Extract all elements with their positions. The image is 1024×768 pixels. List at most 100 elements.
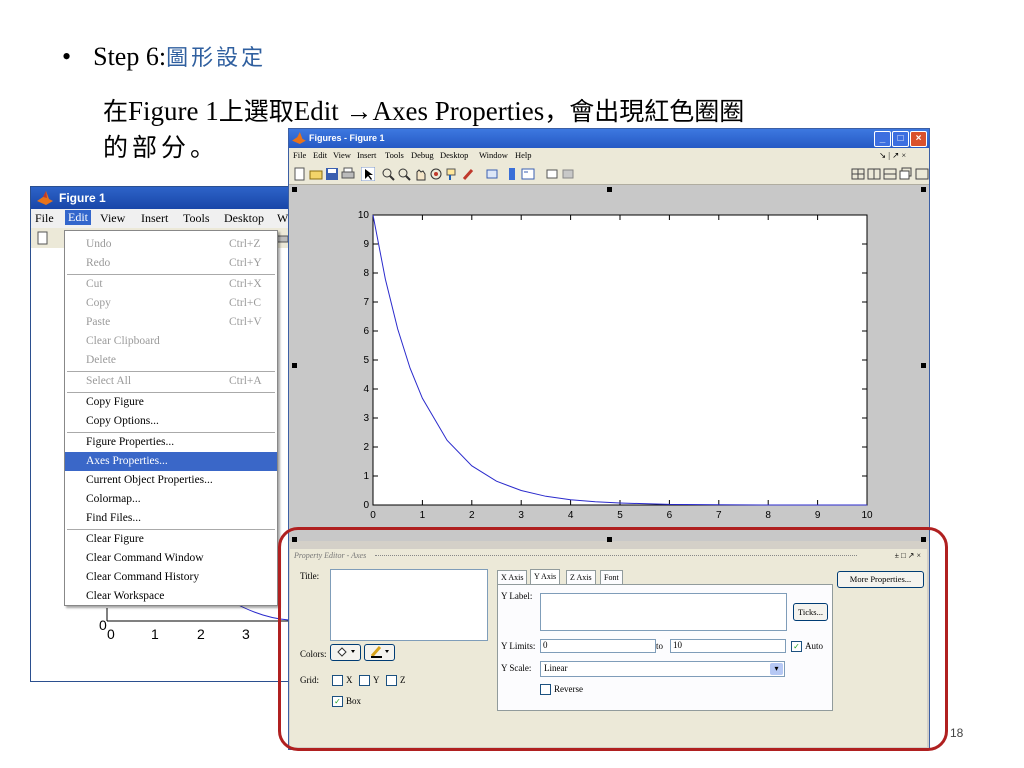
menu-item-shortcut: Ctrl+X (229, 278, 262, 290)
selection-handle[interactable] (292, 187, 297, 192)
brush-icon[interactable] (461, 167, 475, 181)
menu-item-shortcut: Ctrl+Y (229, 257, 262, 269)
figure1-title: Figure 1 (59, 191, 106, 205)
selection-handle[interactable] (921, 187, 926, 192)
menu-item[interactable]: Copy Options... (65, 412, 277, 431)
menu-item-label: Axes Properties... (86, 455, 168, 467)
maximize-icon[interactable] (915, 167, 929, 181)
menu-file[interactable]: File (293, 150, 306, 160)
menu-item-label: Clear Workspace (86, 590, 165, 602)
show-plot-tools-icon[interactable] (561, 167, 575, 181)
save-icon[interactable] (325, 167, 339, 181)
x-tick-label: 4 (568, 510, 574, 521)
menu-item[interactable]: Delete (65, 351, 277, 370)
menu-item[interactable]: Axes Properties... (65, 452, 277, 471)
rotate-icon[interactable] (429, 167, 443, 181)
menu-window[interactable]: Window (479, 150, 508, 160)
y-tick-label: 8 (363, 268, 369, 279)
float-icon[interactable] (899, 167, 913, 181)
menu-item[interactable]: Current Object Properties... (65, 471, 277, 490)
x-tick-label: 1 (420, 510, 426, 521)
left-right-icon[interactable] (867, 167, 881, 181)
menu-item-label: Figure Properties... (86, 436, 175, 448)
menu-item-label: Copy Options... (86, 415, 159, 427)
selection-handle[interactable] (292, 363, 297, 368)
step-title: 圖形設定 (166, 46, 267, 71)
menu-window[interactable]: W (277, 211, 288, 226)
menu-desktop[interactable]: Desktop (224, 211, 264, 226)
open-icon[interactable] (309, 167, 323, 181)
menu-item[interactable]: Figure Properties... (65, 433, 277, 452)
y-tick-label: 0 (99, 617, 107, 633)
hide-plot-tools-icon[interactable] (545, 167, 559, 181)
zoom-out-icon[interactable] (397, 167, 411, 181)
x-tick-label: 0 (370, 510, 376, 521)
menu-tools[interactable]: Tools (183, 211, 210, 226)
y-tick-label: 10 (358, 210, 370, 221)
menu-item[interactable]: Paste Ctrl+V (65, 313, 277, 332)
y-tick-label: 2 (363, 442, 369, 453)
dock-controls[interactable]: ↘ | ↗ × (879, 150, 906, 161)
menu-help[interactable]: Help (515, 150, 532, 160)
menu-file[interactable]: File (35, 211, 54, 226)
menu-item-label: Clear Command Window (86, 552, 204, 564)
pan-icon[interactable] (413, 167, 427, 181)
menu-item[interactable]: Find Files... (65, 509, 277, 528)
y-tick-label: 6 (363, 326, 369, 337)
menu-item-shortcut: Ctrl+C (229, 297, 262, 309)
menu-item-shortcut: Ctrl+Z (229, 238, 261, 250)
menu-item[interactable]: Select All Ctrl+A (65, 372, 277, 391)
selection-handle[interactable] (607, 187, 612, 192)
zoom-in-icon[interactable] (381, 167, 395, 181)
new-figure-icon[interactable] (36, 231, 50, 245)
menu-item-label: Select All (86, 375, 132, 387)
close-button[interactable]: × (910, 131, 927, 147)
menu-desktop[interactable]: Desktop (440, 150, 468, 160)
top-bottom-icon[interactable] (883, 167, 897, 181)
data-cursor-icon[interactable] (445, 167, 459, 181)
menu-item[interactable]: Clear Figure (65, 530, 277, 549)
bullet: • (62, 42, 72, 71)
x-tick-label: 10 (861, 510, 873, 521)
x-tick-label: 1 (151, 626, 159, 642)
menu-item[interactable]: Colormap... (65, 490, 277, 509)
figures-toolbar (289, 164, 929, 185)
menu-view[interactable]: View (100, 211, 125, 226)
edit-plot-icon[interactable] (361, 167, 375, 181)
tile-icon[interactable] (851, 167, 865, 181)
menu-edit[interactable]: Edit (65, 210, 91, 225)
new-figure-icon[interactable] (293, 167, 307, 181)
step-heading: • Step 6:圖形設定 (62, 40, 266, 72)
menu-insert[interactable]: Insert (357, 150, 376, 160)
menu-item[interactable]: Clear Command Window (65, 549, 277, 568)
menu-view[interactable]: View (333, 150, 351, 160)
colorbar-icon[interactable] (505, 167, 519, 181)
menu-item-label: Delete (86, 354, 117, 366)
highlight-circle (278, 527, 948, 751)
maximize-button[interactable]: □ (892, 131, 909, 147)
instruction-line-2: 的部分。 (103, 133, 220, 162)
menu-item[interactable]: Copy Figure (65, 393, 277, 412)
menu-insert[interactable]: Insert (141, 211, 168, 226)
legend-icon[interactable] (521, 167, 535, 181)
menu-debug[interactable]: Debug (411, 150, 434, 160)
link-plot-icon[interactable] (485, 167, 499, 181)
step-label: Step 6: (93, 42, 167, 71)
matlab-icon (37, 191, 53, 205)
menu-item-label: Undo (86, 238, 112, 250)
menu-edit[interactable]: Edit (313, 150, 327, 160)
menu-item-label: Copy (86, 297, 111, 309)
menu-item[interactable]: Redo Ctrl+Y (65, 254, 277, 273)
menu-item[interactable]: Cut Ctrl+X (65, 275, 277, 294)
print-icon[interactable] (341, 167, 355, 181)
menu-item[interactable]: Clear Command History (65, 568, 277, 587)
menu-item[interactable]: Undo Ctrl+Z (65, 235, 277, 254)
x-tick-label: 8 (765, 510, 771, 521)
menu-item[interactable]: Clear Clipboard (65, 332, 277, 351)
menu-item[interactable]: Copy Ctrl+C (65, 294, 277, 313)
x-tick-label: 2 (469, 510, 475, 521)
selection-handle[interactable] (921, 363, 926, 368)
minimize-button[interactable]: _ (874, 131, 891, 147)
menu-item[interactable]: Clear Workspace (65, 587, 277, 606)
menu-tools[interactable]: Tools (385, 150, 404, 160)
